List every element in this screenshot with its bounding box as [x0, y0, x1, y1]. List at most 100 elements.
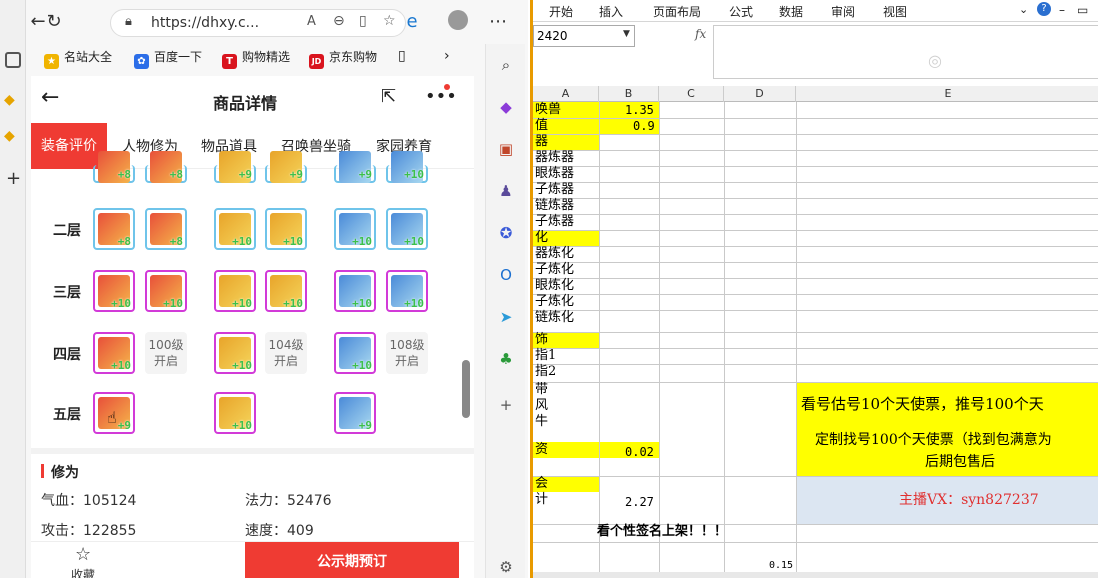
- restore-icon[interactable]: ▭: [1077, 3, 1088, 17]
- tab-equipment-review[interactable]: 装备评价: [31, 123, 107, 169]
- gem-slot[interactable]: +10: [214, 208, 256, 250]
- column-header-d[interactable]: D: [724, 86, 796, 102]
- column-header-a[interactable]: A: [533, 86, 599, 102]
- gem-slot[interactable]: +9: [334, 392, 376, 434]
- ribbon-tab-home[interactable]: 开始: [549, 3, 573, 20]
- column-header-c[interactable]: C: [659, 86, 724, 102]
- favorite-add-icon[interactable]: ☆: [383, 13, 396, 29]
- bookmark-item[interactable]: ★ 名站大全: [44, 48, 112, 69]
- cell-a[interactable]: 资: [535, 442, 548, 458]
- gem-slot[interactable]: +9: [334, 151, 376, 183]
- tab-actions-icon[interactable]: [5, 52, 21, 68]
- cell-a[interactable]: 链炼化: [535, 310, 574, 326]
- ribbon-tab-view[interactable]: 视图: [883, 3, 907, 20]
- gem-slot[interactable]: +10: [214, 332, 256, 374]
- cell-a[interactable]: 值: [535, 118, 548, 134]
- cell-a[interactable]: 计: [535, 492, 548, 508]
- gem-slot[interactable]: +10: [214, 270, 256, 312]
- search-icon[interactable]: ⌕: [495, 54, 517, 76]
- ribbon-tab-insert[interactable]: 插入: [599, 3, 623, 20]
- cell-a[interactable]: 子炼器: [535, 182, 574, 198]
- bookmark-item[interactable]: T 购物精选: [222, 48, 290, 69]
- favorite-label[interactable]: 收藏: [71, 566, 95, 578]
- cell-a[interactable]: 器炼器: [535, 150, 574, 166]
- ribbon-tab-formulas[interactable]: 公式: [729, 3, 753, 20]
- document-icon[interactable]: ▯: [398, 48, 406, 64]
- cell-a[interactable]: 风: [535, 398, 548, 414]
- formula-input[interactable]: [713, 25, 1098, 79]
- page-scrollbar[interactable]: [462, 360, 470, 418]
- tools-icon[interactable]: ▣: [495, 138, 517, 160]
- address-bar[interactable]: 🔒︎ https://dhxy.c... A ⊖ ▯ ☆: [110, 9, 406, 37]
- edge-icon[interactable]: e: [400, 10, 424, 34]
- add-icon[interactable]: +: [495, 394, 517, 416]
- cell-a[interactable]: 器炼化: [535, 246, 574, 262]
- ribbon-tab-layout[interactable]: 页面布局: [653, 3, 701, 20]
- cell-a[interactable]: 带: [535, 382, 548, 398]
- gem-slot[interactable]: +10: [386, 151, 428, 183]
- zoom-icon[interactable]: ⊖: [333, 13, 345, 29]
- more-icon[interactable]: ⋯: [486, 10, 510, 34]
- cell-a[interactable]: 子炼化: [535, 262, 574, 278]
- gem-slot[interactable]: +10: [214, 392, 256, 434]
- dropdown-icon[interactable]: ▼: [623, 29, 630, 39]
- gem-slot[interactable]: +10: [334, 208, 376, 250]
- cell-a[interactable]: 子炼化: [535, 294, 574, 310]
- ribbon-tab-data[interactable]: 数据: [779, 3, 803, 20]
- cell-a[interactable]: 指2: [535, 364, 556, 380]
- gem-slot[interactable]: +10: [93, 270, 135, 312]
- back-arrow-icon[interactable]: ←: [41, 85, 59, 110]
- copilot-icon[interactable]: ✪: [495, 222, 517, 244]
- cell-a[interactable]: 饰: [535, 332, 548, 348]
- chevron-right-icon[interactable]: ›: [444, 48, 450, 64]
- collections-icon[interactable]: ◆: [495, 96, 517, 118]
- minimize-icon[interactable]: –: [1059, 3, 1065, 17]
- cell-b-value[interactable]: 1.35: [625, 102, 654, 118]
- tree-icon[interactable]: ♣: [495, 348, 517, 370]
- send-icon[interactable]: ➤: [495, 306, 517, 328]
- cell-a[interactable]: 器: [535, 134, 548, 150]
- tab-favicon-icon[interactable]: ◆: [4, 92, 15, 108]
- gem-slot[interactable]: +10: [386, 208, 428, 250]
- gem-slot[interactable]: +9: [265, 151, 307, 183]
- new-tab-icon[interactable]: +: [6, 168, 21, 189]
- share-icon[interactable]: ⇱: [381, 86, 396, 107]
- gem-slot[interactable]: +8: [145, 151, 187, 183]
- bookmark-item[interactable]: JD 京东购物: [309, 48, 377, 69]
- settings-icon[interactable]: ⚙: [495, 556, 517, 578]
- read-aloud-icon[interactable]: A: [307, 14, 316, 29]
- gem-slot[interactable]: +10: [334, 332, 376, 374]
- horizontal-scrollbar[interactable]: [533, 572, 1098, 578]
- gem-slot[interactable]: +10: [386, 270, 428, 312]
- outlook-icon[interactable]: O: [495, 264, 517, 286]
- games-icon[interactable]: ♟: [495, 180, 517, 202]
- cell-a[interactable]: 眼炼化: [535, 278, 574, 294]
- help-icon[interactable]: ?: [1037, 2, 1051, 16]
- name-box[interactable]: 2420: [533, 25, 635, 47]
- column-header-e[interactable]: E: [796, 86, 1098, 102]
- gem-slot[interactable]: +10: [93, 332, 135, 374]
- preorder-button[interactable]: 公示期预订: [245, 542, 459, 578]
- more-dots-icon[interactable]: •••: [425, 86, 457, 107]
- cell-a[interactable]: 化: [535, 230, 548, 246]
- gem-slot[interactable]: +8: [93, 151, 135, 183]
- gem-slot[interactable]: +10: [334, 270, 376, 312]
- cell-grid[interactable]: 唤兽 值 器 器炼器 眼炼器 子炼器 链炼器 子炼器 化 器炼化 子炼化 眼炼化…: [533, 102, 1098, 578]
- chevron-down-icon[interactable]: ⌄: [1019, 3, 1028, 16]
- cell-b-value[interactable]: 0.02: [625, 444, 654, 460]
- ribbon-tab-review[interactable]: 审阅: [831, 3, 855, 20]
- cell-a[interactable]: 牛: [535, 414, 548, 430]
- tab-favicon-icon[interactable]: ◆: [4, 128, 15, 144]
- refresh-icon[interactable]: ↻: [42, 10, 66, 34]
- star-icon[interactable]: ☆: [75, 544, 91, 565]
- bookmark-item[interactable]: ✿ 百度一下: [134, 48, 202, 69]
- gem-slot[interactable]: +8: [93, 208, 135, 250]
- gem-slot[interactable]: +10: [265, 270, 307, 312]
- cell-a[interactable]: 指1: [535, 348, 556, 364]
- gem-slot[interactable]: +10: [265, 208, 307, 250]
- cell-a[interactable]: 链炼器: [535, 198, 574, 214]
- cell-b-value[interactable]: 2.27: [625, 494, 654, 510]
- profile-avatar-icon[interactable]: [446, 10, 470, 34]
- cell-a[interactable]: 会: [535, 476, 548, 492]
- split-screen-icon[interactable]: ▯: [359, 13, 367, 29]
